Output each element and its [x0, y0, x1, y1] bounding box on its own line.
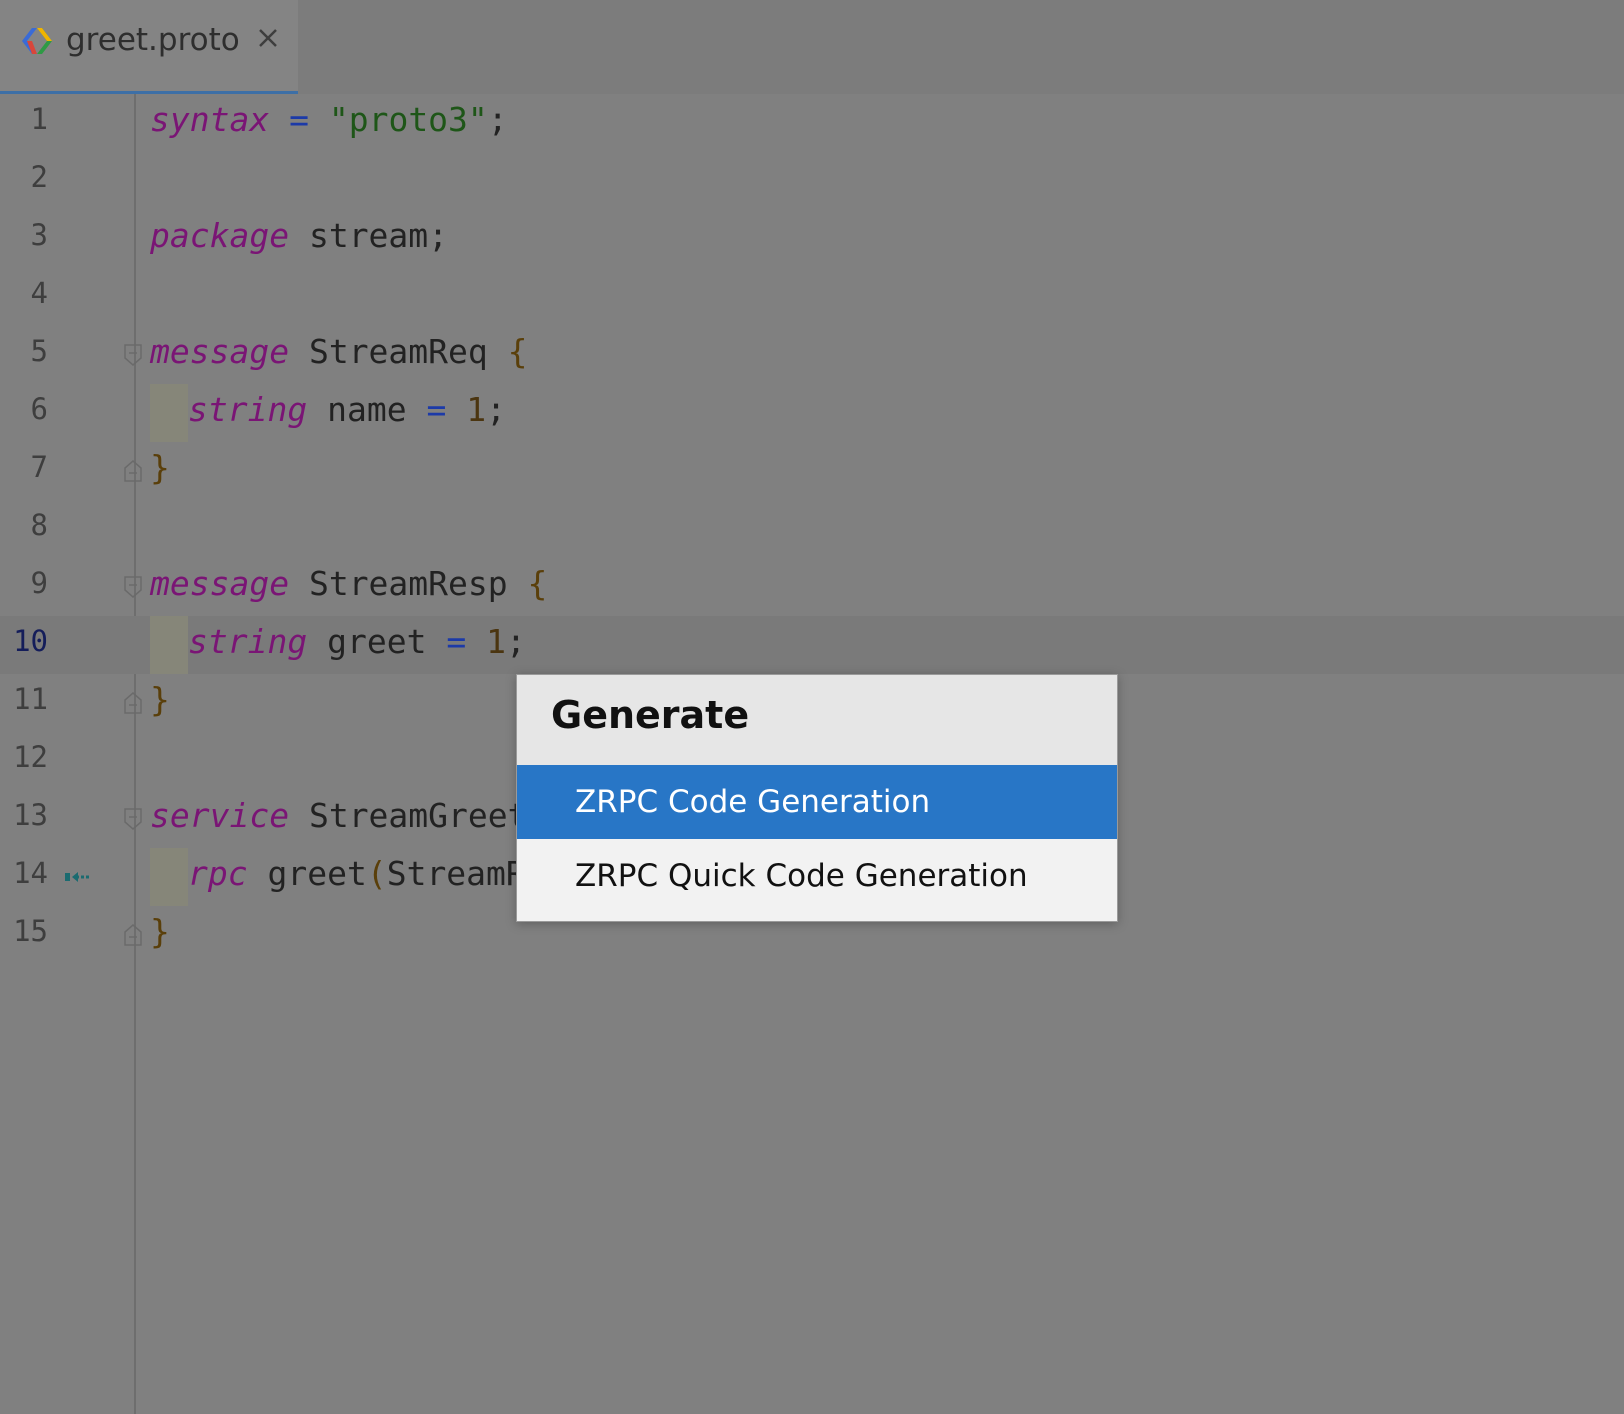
line-number: 9 [30, 566, 48, 600]
keyword: string [188, 622, 308, 661]
editor-tab-bar: greet.proto [0, 0, 1624, 95]
menu-item-zrpc-quick-code-generation[interactable]: ZRPC Quick Code Generation [517, 839, 1117, 913]
identifier: greet [267, 854, 367, 893]
line-number: 14 [13, 856, 48, 890]
generate-popup: Generate ZRPC Code Generation ZRPC Quick… [516, 674, 1118, 922]
indent-guide [150, 848, 188, 906]
code-line[interactable]: 3 package stream; [0, 210, 1624, 268]
line-number: 10 [13, 624, 48, 658]
fold-open-icon[interactable] [124, 576, 142, 598]
code-line[interactable]: 8 [0, 500, 1624, 558]
identifier: stream; [308, 216, 449, 255]
fold-close-icon[interactable] [124, 924, 142, 946]
keyword: string [188, 390, 308, 429]
popup-title: Generate [551, 693, 750, 737]
popup-header: Generate [517, 675, 1117, 765]
identifier: greet [327, 622, 427, 661]
brace: { [507, 332, 528, 371]
code-line[interactable]: 6 string name = 1; [0, 384, 1624, 442]
keyword: syntax [150, 100, 270, 139]
code-text: message StreamReq { [150, 332, 528, 371]
operator: = [426, 390, 447, 429]
line-number: 7 [30, 450, 48, 484]
identifier: StreamR [386, 854, 526, 893]
code-line[interactable]: 1 syntax = "proto3"; [0, 94, 1624, 152]
string-literal: "proto3" [328, 100, 488, 139]
semicolon: ; [486, 390, 506, 429]
code-text: service StreamGreet [150, 796, 528, 835]
brace: } [150, 680, 170, 719]
code-text: } [150, 680, 170, 719]
identifier: StreamResp [308, 564, 508, 603]
indent-guide [150, 616, 188, 674]
fold-open-icon[interactable] [124, 344, 142, 366]
keyword: package [150, 216, 290, 255]
close-icon[interactable] [254, 24, 282, 52]
line-number: 1 [30, 102, 48, 136]
line-number: 13 [13, 798, 48, 832]
identifier: StreamGreet [308, 796, 528, 835]
line-number: 2 [30, 160, 48, 194]
identifier: name [327, 390, 407, 429]
brace: } [150, 448, 170, 487]
fold-open-icon[interactable] [124, 808, 142, 830]
line-number: 6 [30, 392, 48, 426]
implemented-method-arrow-icon[interactable] [64, 868, 92, 886]
line-number: 8 [30, 508, 48, 542]
keyword: message [150, 332, 290, 371]
identifier: StreamReq [308, 332, 488, 371]
fold-close-icon[interactable] [124, 460, 142, 482]
code-line[interactable]: 4 [0, 268, 1624, 326]
keyword: message [150, 564, 290, 603]
code-line[interactable]: 5 message StreamReq { [0, 326, 1624, 384]
line-number: 3 [30, 218, 48, 252]
semicolon: ; [487, 100, 508, 139]
code-line[interactable]: 7 } [0, 442, 1624, 500]
code-text: } [150, 448, 170, 487]
code-line-current[interactable]: 10 string greet = 1; [0, 616, 1624, 674]
code-text: string name = 1; [188, 390, 506, 429]
brace: } [150, 912, 170, 951]
indent-guide [150, 384, 188, 442]
keyword: service [150, 796, 290, 835]
semicolon: ; [505, 622, 526, 661]
line-number: 12 [13, 740, 48, 774]
line-number: 11 [13, 682, 48, 716]
line-number: 4 [30, 276, 48, 310]
code-text: message StreamResp { [150, 564, 547, 603]
code-line[interactable]: 9 message StreamResp { [0, 558, 1624, 616]
operator: = [289, 100, 309, 139]
menu-item-zrpc-code-generation[interactable]: ZRPC Code Generation [517, 765, 1117, 839]
number-literal: 1 [486, 622, 506, 661]
code-text: } [150, 912, 170, 951]
protobuf-file-icon [22, 28, 52, 54]
code-text: string greet = 1; [188, 622, 526, 661]
tab-greet-proto[interactable]: greet.proto [0, 0, 298, 95]
fold-close-icon[interactable] [124, 692, 142, 714]
tab-label: greet.proto [66, 22, 240, 58]
code-text: rpc greet(StreamR [188, 854, 526, 893]
brace: { [527, 564, 548, 603]
operator: = [446, 622, 467, 661]
code-line[interactable]: 2 [0, 152, 1624, 210]
line-number: 15 [13, 914, 48, 948]
number-literal: 1 [466, 390, 487, 429]
keyword: rpc [188, 854, 248, 893]
paren: ( [366, 854, 387, 893]
line-number: 5 [30, 334, 48, 368]
code-text: package stream; [150, 216, 448, 255]
code-text: syntax = "proto3"; [150, 100, 508, 139]
